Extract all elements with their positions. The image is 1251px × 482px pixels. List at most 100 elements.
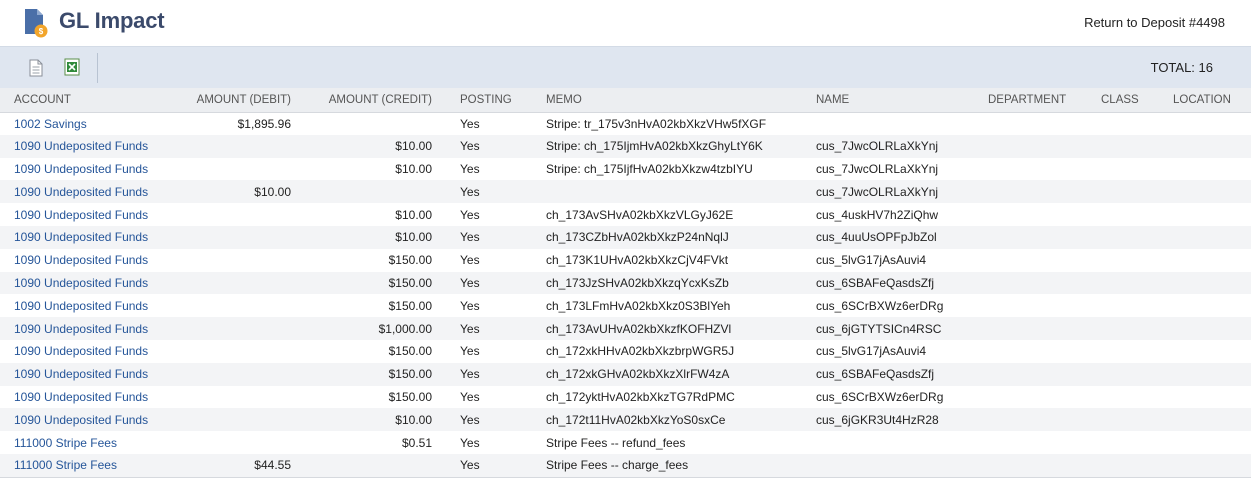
department-cell (974, 408, 1087, 431)
class-cell (1087, 363, 1159, 386)
class-cell (1087, 180, 1159, 203)
posting-cell: Yes (460, 435, 480, 450)
department-cell (974, 363, 1087, 386)
debit-cell: $10.00 (254, 184, 291, 199)
location-cell (1159, 112, 1251, 135)
debit-cell (164, 294, 305, 317)
account-cell: 1090 Undeposited Funds (0, 203, 164, 226)
credit-cell: $150.00 (388, 253, 432, 268)
location-cell (1159, 226, 1251, 249)
credit-cell: $1,000.00 (378, 321, 432, 336)
credit-cell: $150.00 (388, 344, 432, 359)
column-header-location[interactable]: LOCATION (1159, 88, 1251, 113)
column-header-class[interactable]: CLASS (1087, 88, 1159, 113)
debit-cell (164, 317, 305, 340)
memo-cell: ch_173AvSHvA02kbXkzVLGyJ62E (546, 207, 734, 222)
class-cell (1087, 272, 1159, 295)
memo-cell: Stripe Fees -- refund_fees (546, 435, 686, 450)
account-link[interactable]: 1090 Undeposited Funds (14, 139, 148, 153)
document-icon[interactable] (28, 59, 44, 77)
location-cell (1159, 135, 1251, 158)
posting-cell: Yes (460, 230, 480, 245)
account-link[interactable]: 111000 Stripe Fees (14, 436, 117, 450)
debit-cell (164, 386, 305, 409)
column-header-debit[interactable]: AMOUNT (DEBIT) (164, 88, 305, 113)
account-cell: 1090 Undeposited Funds (0, 294, 164, 317)
debit-cell (164, 226, 305, 249)
page-title: GL Impact (59, 8, 165, 33)
location-cell (1159, 340, 1251, 363)
class-cell (1087, 431, 1159, 454)
class-cell (1087, 317, 1159, 340)
posting-cell: Yes (460, 458, 480, 473)
department-cell (974, 431, 1087, 454)
class-cell (1087, 454, 1159, 477)
return-to-deposit-link[interactable]: Return to Deposit #4498 (1084, 15, 1225, 30)
gl-impact-table: ACCOUNT AMOUNT (DEBIT) AMOUNT (CREDIT) P… (0, 88, 1251, 477)
table-header-row: ACCOUNT AMOUNT (DEBIT) AMOUNT (CREDIT) P… (0, 88, 1251, 113)
table-row: 1090 Undeposited Funds $150.00 Yes ch_172xk… (0, 362, 1251, 386)
credit-cell (305, 112, 446, 135)
department-cell (974, 226, 1087, 249)
account-link[interactable]: 1090 Undeposited Funds (14, 367, 148, 381)
memo-cell: Stripe: ch_175IjfHvA02kbXkzw4tzbIYU (546, 161, 753, 176)
account-link[interactable]: 1090 Undeposited Funds (14, 322, 148, 336)
account-link[interactable]: 1002 Savings (14, 117, 87, 131)
department-cell (974, 386, 1087, 409)
location-cell (1159, 158, 1251, 181)
class-cell (1087, 408, 1159, 431)
column-header-credit[interactable]: AMOUNT (CREDIT) (305, 88, 446, 113)
memo-cell: ch_172t11HvA02kbXkzYoS0sxCe (546, 412, 726, 427)
column-header-memo[interactable]: MEMO (532, 88, 802, 113)
debit-cell (164, 249, 305, 272)
column-header-department[interactable]: DEPARTMENT (974, 88, 1087, 113)
account-link[interactable]: 1090 Undeposited Funds (14, 208, 148, 222)
memo-cell: ch_173JzSHvA02kbXkzqYcxKsZb (546, 275, 729, 290)
account-cell: 1002 Savings (0, 112, 164, 135)
name-cell (802, 431, 974, 454)
table-row: 1090 Undeposited Funds $10.00 Yes Stripe: c… (0, 157, 1251, 181)
excel-export-icon[interactable] (64, 58, 80, 76)
name-cell: cus_4uskHV7h2ZiQhw (816, 207, 939, 222)
memo-cell (532, 180, 802, 203)
svg-text:$: $ (39, 27, 44, 36)
memo-cell: ch_172yktHvA02kbXkzTG7RdPMC (546, 389, 735, 404)
account-cell: 1090 Undeposited Funds (0, 180, 164, 203)
debit-cell: $44.55 (254, 458, 291, 473)
memo-cell: ch_173CZbHvA02kbXkzP24nNqlJ (546, 230, 729, 245)
posting-cell: Yes (460, 184, 480, 199)
class-cell (1087, 112, 1159, 135)
account-cell: 1090 Undeposited Funds (0, 249, 164, 272)
location-cell (1159, 272, 1251, 295)
account-link[interactable]: 1090 Undeposited Funds (14, 299, 148, 313)
credit-cell: $150.00 (388, 367, 432, 382)
account-link[interactable]: 1090 Undeposited Funds (14, 344, 148, 358)
debit-cell: $1,895.96 (237, 116, 291, 131)
posting-cell: Yes (460, 139, 480, 154)
account-link[interactable]: 111000 Stripe Fees (14, 458, 117, 472)
column-header-account[interactable]: ACCOUNT (0, 88, 164, 113)
account-cell: 1090 Undeposited Funds (0, 226, 164, 249)
class-cell (1087, 226, 1159, 249)
credit-cell: $10.00 (395, 412, 432, 427)
department-cell (974, 454, 1087, 477)
memo-cell: ch_172xkHHvA02kbXkzbrpWGR5J (546, 344, 735, 359)
posting-cell: Yes (460, 275, 480, 290)
column-header-name[interactable]: NAME (802, 88, 974, 113)
name-cell: cus_4uuUsOPFpJbZol (816, 230, 937, 245)
account-link[interactable]: 1090 Undeposited Funds (14, 253, 148, 267)
name-cell (802, 454, 974, 477)
account-link[interactable]: 1090 Undeposited Funds (14, 162, 148, 176)
account-link[interactable]: 1090 Undeposited Funds (14, 185, 148, 199)
account-link[interactable]: 1090 Undeposited Funds (14, 230, 148, 244)
debit-cell (164, 203, 305, 226)
location-cell (1159, 408, 1251, 431)
account-link[interactable]: 1090 Undeposited Funds (14, 413, 148, 427)
table-row: 1090 Undeposited Funds $10.00 Yes cus_7JwcO… (0, 180, 1251, 204)
department-cell (974, 317, 1087, 340)
department-cell (974, 294, 1087, 317)
name-cell: cus_6SCrBXWz6erDRg (816, 298, 944, 313)
account-link[interactable]: 1090 Undeposited Funds (14, 390, 148, 404)
column-header-posting[interactable]: POSTING (446, 88, 532, 113)
account-link[interactable]: 1090 Undeposited Funds (14, 276, 148, 290)
